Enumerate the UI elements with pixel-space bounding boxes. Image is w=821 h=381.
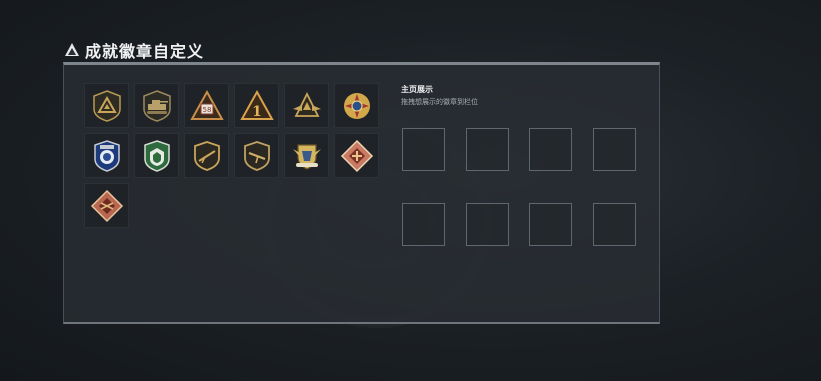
triangle-logo-icon — [65, 43, 79, 57]
showcase-slot-7[interactable] — [529, 203, 572, 246]
badge-green-shield[interactable] — [134, 133, 179, 178]
page-title: 成就徽章自定义 — [85, 42, 205, 61]
badge-shield-triangle[interactable] — [84, 83, 129, 128]
showcase-subtitle: 拖拽想展示的徽章到栏位 — [401, 98, 478, 106]
badge-rifle-shield-1[interactable] — [184, 133, 229, 178]
rifle-shield-icon — [193, 140, 220, 171]
cross-medal-icon — [343, 92, 370, 119]
badge-58-label: 58 — [202, 106, 211, 114]
badge-triangle-1[interactable]: 1 — [234, 83, 279, 128]
green-shield-icon — [143, 139, 170, 172]
showcase-slot-1[interactable] — [402, 128, 445, 171]
police-badge-icon — [93, 139, 120, 172]
triangle-1-icon: 1 — [239, 89, 274, 120]
badge-rifle-shield-2[interactable] — [234, 133, 279, 178]
diamond-emblem-icon — [340, 139, 373, 172]
badge-triangle-58[interactable]: 58 — [184, 83, 229, 128]
showcase-slot-5[interactable] — [402, 203, 445, 246]
badge-customize-panel: 58 1 主页展示 拖拽想展示的徽章到栏位 — [63, 62, 660, 324]
badge-grid: 58 1 — [84, 83, 379, 228]
diamond-emblem-icon — [90, 189, 123, 222]
showcase-title: 主页展示 — [401, 85, 433, 94]
badge-eagle-crest[interactable] — [284, 133, 329, 178]
showcase-slot-3[interactable] — [529, 128, 572, 171]
showcase-slot-8[interactable] — [593, 203, 636, 246]
showcase-slot-2[interactable] — [466, 128, 509, 171]
rifle-shield-icon — [243, 140, 270, 171]
page-header: 成就徽章自定义 — [65, 40, 205, 61]
triangle-58-icon: 58 — [189, 89, 224, 120]
badge-winged-triangle[interactable] — [284, 83, 329, 128]
showcase-slot-6[interactable] — [466, 203, 509, 246]
eagle-crest-icon — [292, 143, 321, 170]
badge-tank[interactable] — [134, 83, 179, 128]
tank-icon — [142, 89, 171, 122]
badge-red-cross-medal[interactable] — [334, 83, 379, 128]
badge-diamond-emblem-2[interactable] — [84, 183, 129, 228]
shield-triangle-icon — [92, 89, 121, 122]
badge-1-label: 1 — [252, 104, 262, 120]
badge-diamond-emblem-1[interactable] — [334, 133, 379, 178]
badge-blue-police[interactable] — [84, 133, 129, 178]
showcase-slot-4[interactable] — [593, 128, 636, 171]
winged-triangle-icon — [292, 91, 321, 117]
